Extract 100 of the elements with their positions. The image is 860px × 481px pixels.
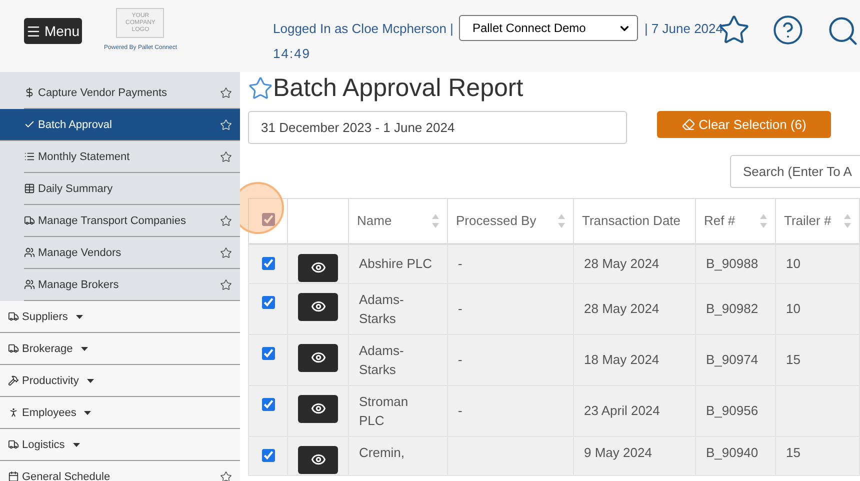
person-icon: [8, 407, 19, 418]
table-cell: -: [448, 334, 574, 385]
search-icon[interactable]: [826, 14, 860, 48]
date-text: | 7 June 2024: [644, 20, 723, 36]
hammer-icon: [8, 375, 19, 386]
column-header[interactable]: Processed By: [448, 198, 574, 244]
row-checkbox[interactable]: [262, 346, 274, 360]
table-cell: Adams-Starks: [348, 283, 448, 334]
star-icon[interactable]: [220, 86, 232, 98]
dollar-icon: [24, 87, 35, 98]
star-icon[interactable]: [220, 470, 232, 481]
table-cell: B_90956: [696, 385, 776, 436]
truck-icon: [8, 311, 19, 322]
star-icon[interactable]: [220, 246, 232, 258]
sidebar-group[interactable]: Employees: [0, 397, 240, 429]
eraser-icon: [682, 118, 695, 131]
item-label: Manage Vendors: [38, 246, 122, 258]
table-cell: B_90974: [696, 334, 776, 385]
table-cell: 23 April 2024: [574, 385, 696, 436]
group-label: Brokerage: [22, 342, 73, 354]
table-cell: B_90988: [696, 244, 776, 283]
search-field[interactable]: Search (Enter To A: [730, 155, 860, 188]
users-icon: [24, 279, 35, 290]
check-icon: [24, 119, 35, 130]
eye-icon: [310, 452, 326, 467]
date-range-field[interactable]: 31 December 2023 - 1 June 2024: [248, 111, 627, 144]
item-label: Monthly Statement: [38, 150, 130, 162]
table-cell: B_90982: [696, 283, 776, 334]
sidebar-group[interactable]: Brokerage: [0, 333, 240, 365]
table-cell: 18 May 2024: [574, 334, 696, 385]
group-label: Logistics: [22, 438, 65, 450]
item-label: Batch Approval: [38, 118, 112, 130]
calendar-icon: [8, 471, 19, 481]
table-cell: B_90940: [696, 436, 776, 475]
table-cell: 28 May 2024: [574, 244, 696, 283]
menu-button[interactable]: Menu: [24, 18, 82, 44]
time-text: 14:49: [273, 46, 312, 61]
table-cell: Adams-Starks: [348, 334, 448, 385]
table-cell: -: [448, 385, 574, 436]
group-label: Productivity: [22, 374, 79, 386]
star-icon[interactable]: [220, 214, 232, 226]
table-icon: [24, 183, 35, 194]
table-cell: Stroman PLC: [348, 385, 448, 436]
table-cell: 10: [776, 244, 860, 283]
star-icon[interactable]: [248, 76, 273, 101]
column-header[interactable]: Trailer #: [776, 198, 860, 244]
table-cell: 15: [776, 436, 860, 475]
view-button[interactable]: [298, 394, 338, 422]
sidebar-group[interactable]: Suppliers: [0, 301, 240, 333]
truck-icon: [8, 343, 19, 354]
sidebar-item[interactable]: Batch Approval: [0, 109, 240, 141]
sidebar-item[interactable]: Manage Transport Companies: [24, 205, 240, 237]
sidebar-item[interactable]: Monthly Statement: [24, 141, 240, 173]
table-cell: 9 May 2024: [574, 436, 696, 475]
item-label: Manage Brokers: [38, 278, 119, 290]
table-cell: 28 May 2024: [574, 283, 696, 334]
row-checkbox[interactable]: [262, 256, 274, 270]
table-cell: -: [448, 244, 574, 283]
group-label: General Schedule: [22, 470, 110, 481]
eye-icon: [310, 299, 326, 314]
menu-icon: [26, 24, 42, 38]
item-label: Manage Transport Companies: [38, 214, 186, 226]
column-header[interactable]: Ref #: [696, 198, 776, 244]
item-label: Daily Summary: [38, 182, 113, 194]
sidebar-group[interactable]: General Schedule: [0, 461, 240, 481]
sidebar-group[interactable]: Logistics: [0, 429, 240, 461]
sidebar-item[interactable]: Manage Brokers: [24, 269, 240, 301]
row-checkbox[interactable]: [262, 448, 274, 462]
table-cell: 10: [776, 283, 860, 334]
list-icon: [24, 151, 35, 162]
view-button[interactable]: [298, 254, 338, 282]
column-header[interactable]: Transaction Date: [574, 198, 696, 244]
truck-icon: [8, 439, 19, 450]
sidebar-group[interactable]: Productivity: [0, 365, 240, 397]
view-button[interactable]: [298, 446, 338, 474]
group-label: Suppliers: [22, 310, 68, 322]
group-label: Employees: [22, 406, 76, 418]
page-title: Batch Approval Report: [273, 74, 524, 103]
sidebar-item[interactable]: Daily Summary: [24, 173, 240, 205]
star-icon[interactable]: [220, 278, 232, 290]
company-select[interactable]: Pallet Connect Demo: [459, 15, 638, 41]
table-cell: 15: [776, 334, 860, 385]
users-icon: [24, 247, 35, 258]
table-cell: -: [448, 283, 574, 334]
highlight-circle: [240, 182, 284, 234]
select-all-checkbox[interactable]: [262, 212, 274, 226]
column-header[interactable]: Name: [348, 198, 448, 244]
view-button[interactable]: [298, 344, 338, 372]
row-checkbox[interactable]: [262, 398, 274, 410]
eye-icon: [310, 401, 326, 416]
eye-icon: [310, 350, 326, 365]
table-cell: Abshire PLC: [348, 244, 448, 283]
table-cell: Cremin,: [348, 436, 448, 475]
sidebar-item[interactable]: Manage Vendors: [24, 237, 240, 269]
help-icon[interactable]: [772, 14, 804, 46]
truck-icon: [24, 215, 35, 226]
item-label: Capture Vendor Payments: [38, 86, 168, 98]
view-button[interactable]: [298, 292, 338, 320]
star-icon[interactable]: [220, 150, 232, 162]
row-checkbox[interactable]: [262, 296, 274, 308]
